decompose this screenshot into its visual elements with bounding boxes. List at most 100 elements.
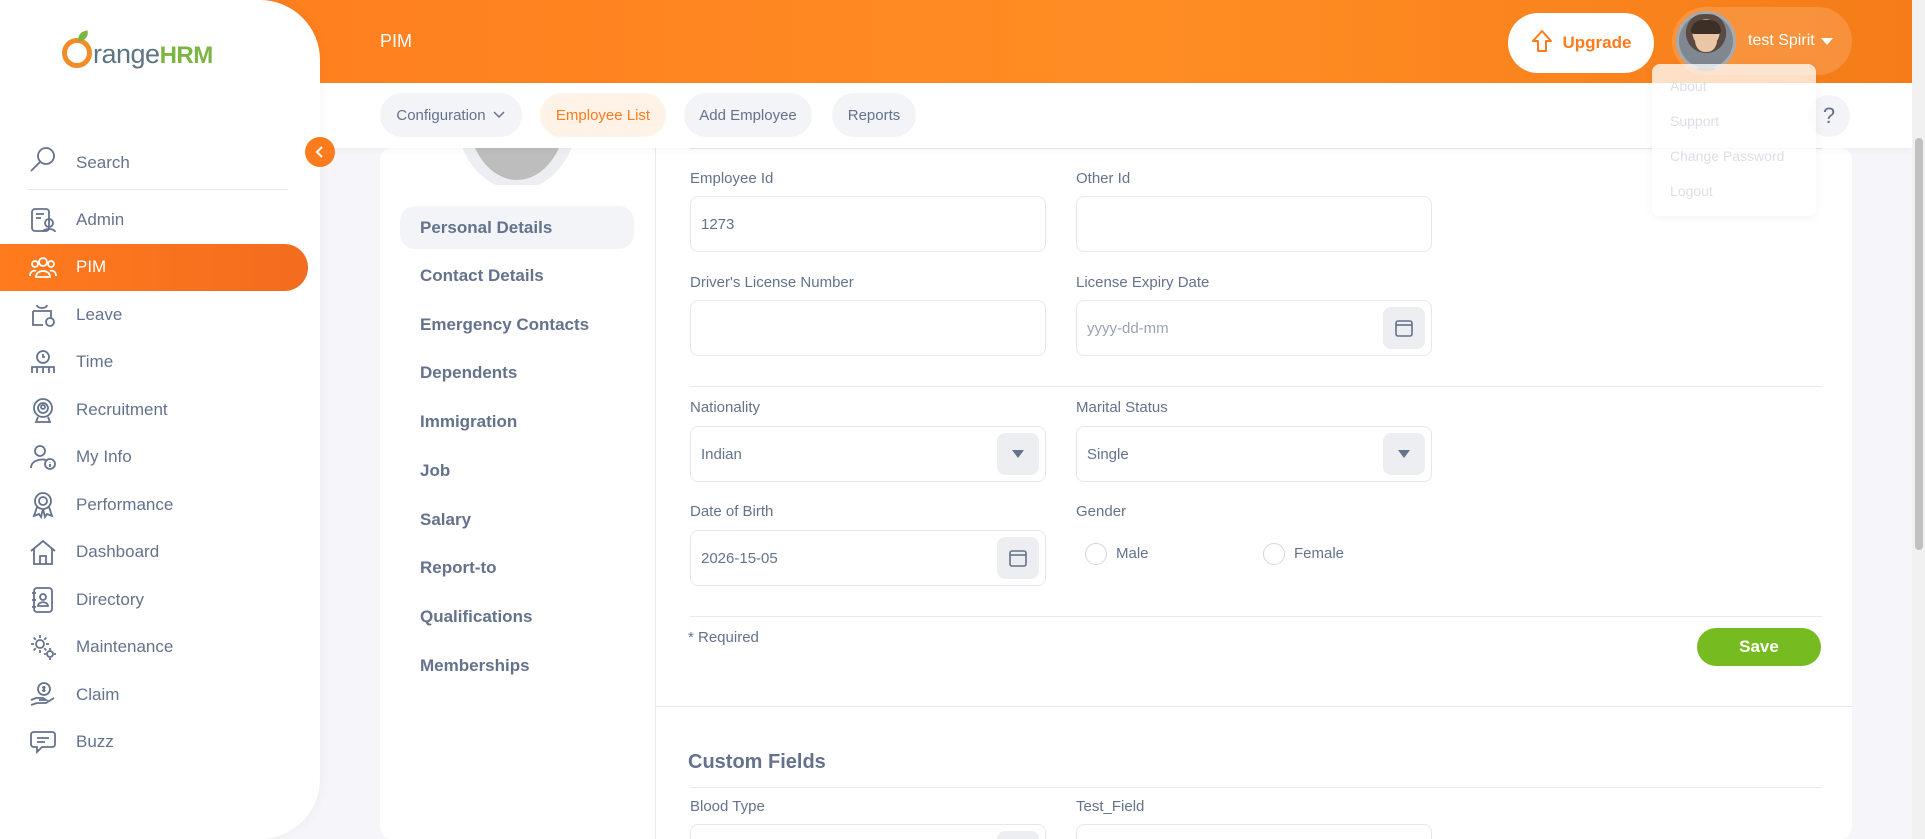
sidebar-menu: Admin PIM Leave Time Recruitment My Info… bbox=[0, 196, 320, 766]
nav-memberships[interactable]: Memberships bbox=[400, 644, 634, 687]
nationality-select[interactable]: Indian bbox=[690, 426, 1046, 482]
employee-id-value: 1273 bbox=[701, 215, 735, 233]
nav-personal-details[interactable]: Personal Details bbox=[400, 206, 634, 249]
sidebar-item-label: Admin bbox=[76, 209, 125, 229]
blood-type-select[interactable] bbox=[690, 824, 1046, 839]
nationality-label: Nationality bbox=[690, 399, 761, 416]
sidebar-item-admin[interactable]: Admin bbox=[0, 196, 320, 244]
sidebar-item-claim[interactable]: Claim bbox=[0, 671, 320, 719]
date-of-birth-field[interactable]: 2026-15-05 bbox=[690, 530, 1046, 586]
tab-add-employee[interactable]: Add Employee bbox=[684, 93, 812, 137]
nav-immigration[interactable]: Immigration bbox=[400, 400, 634, 443]
menu-item-support[interactable]: Support bbox=[1652, 113, 1816, 148]
performance-icon bbox=[28, 490, 58, 520]
other-id-label: Other Id bbox=[1076, 170, 1131, 187]
nav-report-to[interactable]: Report-to bbox=[400, 546, 634, 589]
page-scrollbar[interactable] bbox=[1912, 0, 1925, 839]
save-label: Save bbox=[1739, 637, 1779, 656]
license-number-label: Driver's License Number bbox=[690, 274, 854, 291]
license-expiry-field[interactable]: yyyy-dd-mm bbox=[1076, 300, 1432, 356]
module-title: PIM bbox=[380, 31, 413, 51]
nav-emergency-contacts[interactable]: Emergency Contacts bbox=[400, 303, 634, 346]
time-icon bbox=[28, 347, 58, 377]
avatar bbox=[1676, 11, 1736, 71]
license-expiry-label: License Expiry Date bbox=[1076, 274, 1210, 291]
menu-item-change-password[interactable]: Change Password bbox=[1652, 148, 1816, 183]
sidebar: range HRM Search Admin PIM Leave Time Rec… bbox=[0, 0, 320, 839]
test-field-input[interactable] bbox=[1076, 824, 1432, 839]
sidebar-item-label: Recruitment bbox=[76, 399, 168, 419]
pim-icon bbox=[28, 252, 58, 282]
nav-contact-details[interactable]: Contact Details bbox=[400, 254, 634, 297]
menu-item-logout[interactable]: Logout bbox=[1652, 183, 1816, 218]
help-icon: ? bbox=[1822, 103, 1836, 128]
calendar-icon[interactable] bbox=[997, 537, 1039, 579]
sidebar-item-label: Performance bbox=[76, 494, 174, 514]
sidebar-item-label: Maintenance bbox=[76, 637, 174, 657]
sidebar-item-leave[interactable]: Leave bbox=[0, 291, 320, 339]
tab-label: Employee List bbox=[555, 106, 651, 124]
sidebar-item-time[interactable]: Time bbox=[0, 339, 320, 387]
sidebar-item-performance[interactable]: Performance bbox=[0, 481, 320, 529]
gender-male-label: Male bbox=[1116, 545, 1149, 562]
sidebar-item-buzz[interactable]: Buzz bbox=[0, 719, 320, 767]
license-number-field[interactable] bbox=[690, 300, 1046, 356]
search-label: Search bbox=[76, 152, 130, 172]
custom-fields-divider bbox=[656, 706, 1852, 707]
save-button[interactable]: Save bbox=[1697, 628, 1821, 666]
tab-label: Configuration bbox=[396, 106, 486, 124]
scrollbar-thumb[interactable] bbox=[1915, 138, 1923, 550]
tab-configuration[interactable]: Configuration bbox=[380, 93, 522, 137]
sidebar-item-maintenance[interactable]: Maintenance bbox=[0, 624, 320, 672]
sidebar-item-directory[interactable]: Directory bbox=[0, 576, 320, 624]
sidebar-collapse-button[interactable] bbox=[305, 137, 335, 167]
date-of-birth-label: Date of Birth bbox=[690, 503, 774, 520]
my-info-icon bbox=[28, 442, 58, 472]
marital-status-label: Marital Status bbox=[1076, 399, 1168, 416]
gender-label: Gender bbox=[1076, 503, 1127, 520]
employee-id-label: Employee Id bbox=[690, 170, 774, 187]
gender-male-radio[interactable] bbox=[1085, 543, 1107, 565]
marital-status-select[interactable]: Single bbox=[1076, 426, 1432, 482]
custom-fields-title: Custom Fields bbox=[688, 751, 826, 773]
calendar-icon[interactable] bbox=[1383, 307, 1425, 349]
tab-label: Reports bbox=[847, 106, 901, 124]
nav-qualifications[interactable]: Qualifications bbox=[400, 595, 634, 638]
employee-id-field[interactable]: 1273 bbox=[690, 196, 1046, 252]
nav-job[interactable]: Job bbox=[400, 449, 634, 492]
chevron-left-icon bbox=[315, 146, 323, 158]
leave-icon bbox=[28, 300, 58, 330]
sidebar-search[interactable]: Search bbox=[28, 136, 288, 190]
menu-item-about[interactable]: About bbox=[1652, 78, 1816, 113]
nav-salary[interactable]: Salary bbox=[400, 498, 634, 541]
custom-fields-title-divider bbox=[690, 787, 1822, 788]
nationality-value: Indian bbox=[701, 445, 742, 463]
sidebar-item-pim[interactable]: PIM bbox=[0, 243, 308, 291]
blood-type-label: Blood Type bbox=[690, 798, 765, 815]
dropdown-arrow-icon[interactable] bbox=[997, 433, 1039, 475]
license-expiry-placeholder: yyyy-dd-mm bbox=[1087, 319, 1169, 337]
gender-female-radio[interactable] bbox=[1263, 543, 1285, 565]
gender-female-label: Female bbox=[1294, 545, 1345, 562]
sidebar-item-label: Dashboard bbox=[76, 542, 160, 562]
recruitment-icon bbox=[28, 395, 58, 425]
brand-text: range bbox=[93, 39, 160, 69]
buzz-icon bbox=[28, 727, 58, 757]
user-name: test Spirit bbox=[1748, 32, 1815, 49]
dropdown-arrow-icon[interactable] bbox=[997, 831, 1039, 839]
upgrade-button[interactable]: Upgrade bbox=[1508, 13, 1654, 73]
sidebar-item-recruitment[interactable]: Recruitment bbox=[0, 386, 320, 434]
sidebar-item-my-info[interactable]: My Info bbox=[0, 434, 320, 482]
tab-employee-list[interactable]: Employee List bbox=[540, 93, 666, 137]
sidebar-item-label: Claim bbox=[76, 684, 120, 704]
sidebar-item-dashboard[interactable]: Dashboard bbox=[0, 529, 320, 577]
upgrade-label: Upgrade bbox=[1562, 33, 1632, 52]
claim-icon bbox=[28, 680, 58, 710]
sidebar-item-label: Time bbox=[76, 352, 114, 372]
other-id-field[interactable] bbox=[1076, 196, 1432, 252]
employee-section-nav: Personal Details Contact Details Emergen… bbox=[380, 148, 656, 839]
tab-reports[interactable]: Reports bbox=[832, 93, 916, 137]
dropdown-arrow-icon[interactable] bbox=[1383, 433, 1425, 475]
tab-label: Add Employee bbox=[699, 106, 797, 124]
nav-dependents[interactable]: Dependents bbox=[400, 351, 634, 394]
